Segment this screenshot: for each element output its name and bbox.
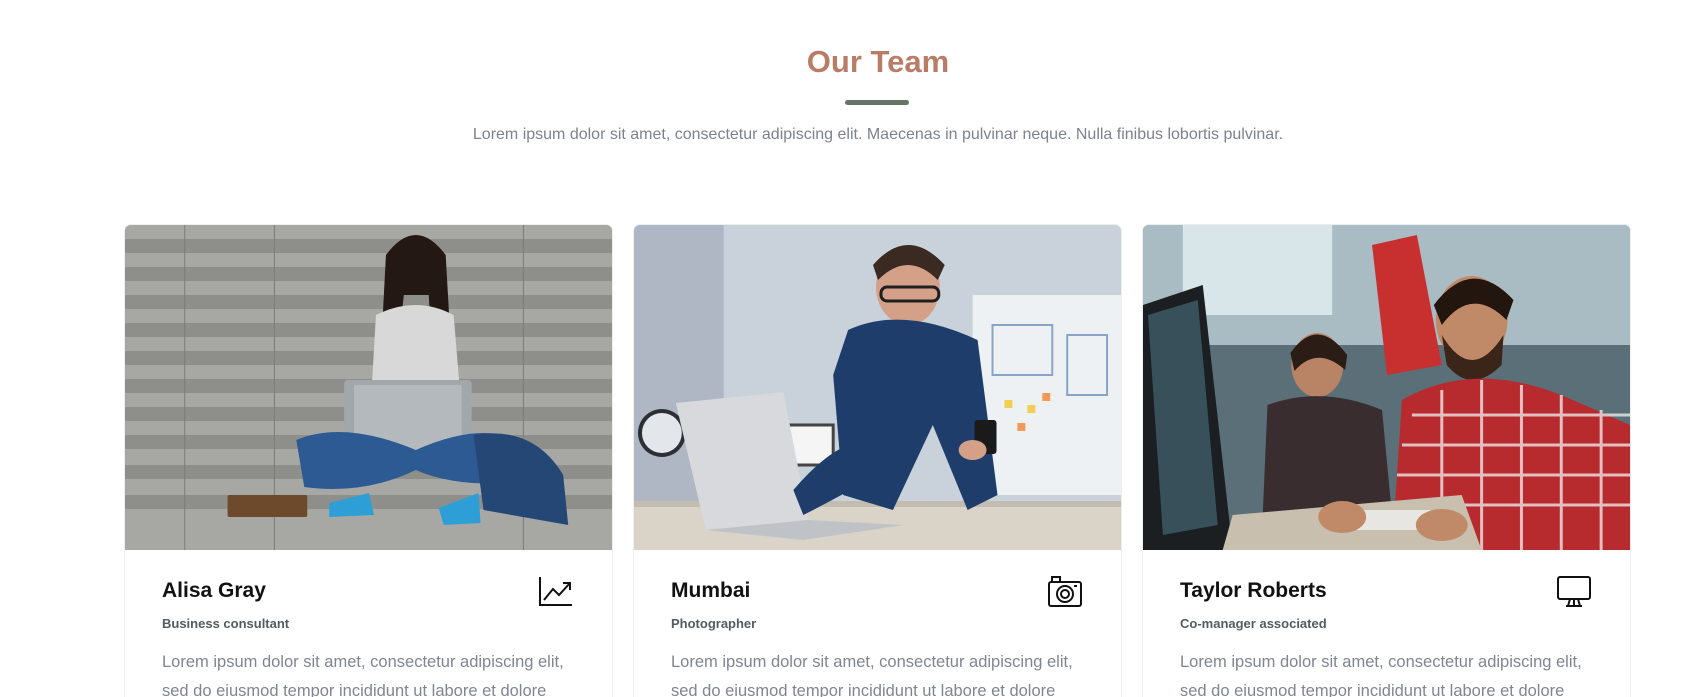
member-role: Co-manager associated <box>1180 616 1327 631</box>
camera-icon <box>1047 575 1083 609</box>
member-name: Mumbai <box>671 579 751 602</box>
chart-trend-icon <box>538 575 574 609</box>
member-role: Business consultant <box>162 616 290 631</box>
monitor-icon <box>1556 575 1592 609</box>
title-underline <box>845 100 909 105</box>
member-name: Taylor Roberts <box>1180 579 1327 602</box>
team-section: Our Team Lorem ipsum dolor sit amet, con… <box>0 0 1702 697</box>
team-card-alisa-gray[interactable]: Alisa Gray Business consultant Lorem ips… <box>124 224 613 697</box>
section-title: Our Team <box>806 44 950 79</box>
team-photo <box>634 225 1121 550</box>
team-photo <box>1143 225 1630 550</box>
team-photo <box>125 225 612 550</box>
member-description: Lorem ipsum dolor sit amet, consectetur … <box>1180 653 1582 697</box>
section-subtitle: Lorem ipsum dolor sit amet, consectetur … <box>472 126 1284 143</box>
member-description: Lorem ipsum dolor sit amet, consectetur … <box>671 653 1073 697</box>
team-card-taylor-roberts[interactable]: Taylor Roberts Co-manager associated Lor… <box>1142 224 1631 697</box>
team-card-mumbai[interactable]: Mumbai Photographer Lorem ipsum dolor si… <box>633 224 1122 697</box>
member-name: Alisa Gray <box>162 579 266 602</box>
member-role: Photographer <box>671 616 757 631</box>
member-description: Lorem ipsum dolor sit amet, consectetur … <box>162 653 564 697</box>
